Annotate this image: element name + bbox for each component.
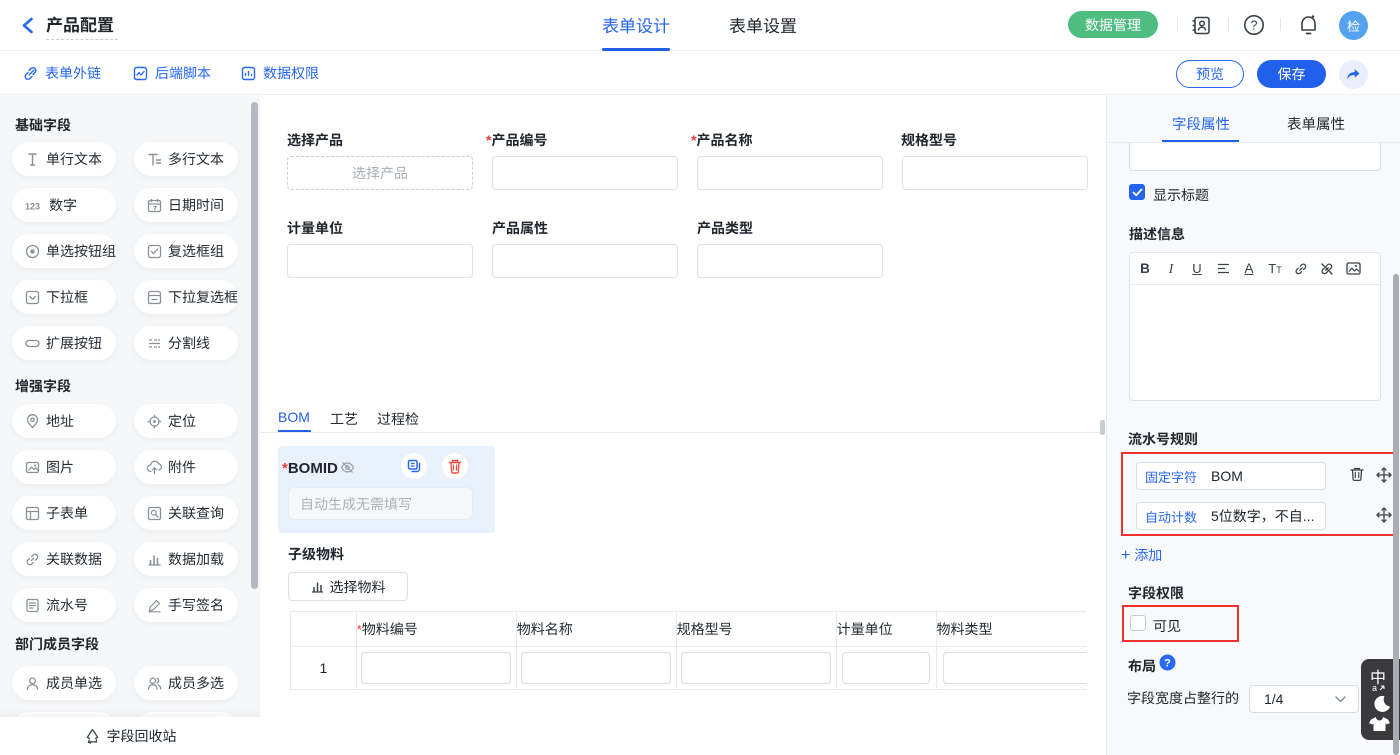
svg-text:123: 123 — [25, 201, 40, 211]
svg-text:?: ? — [1251, 18, 1258, 32]
svg-text:?: ? — [1164, 658, 1171, 670]
svg-text:a: a — [1372, 683, 1377, 693]
